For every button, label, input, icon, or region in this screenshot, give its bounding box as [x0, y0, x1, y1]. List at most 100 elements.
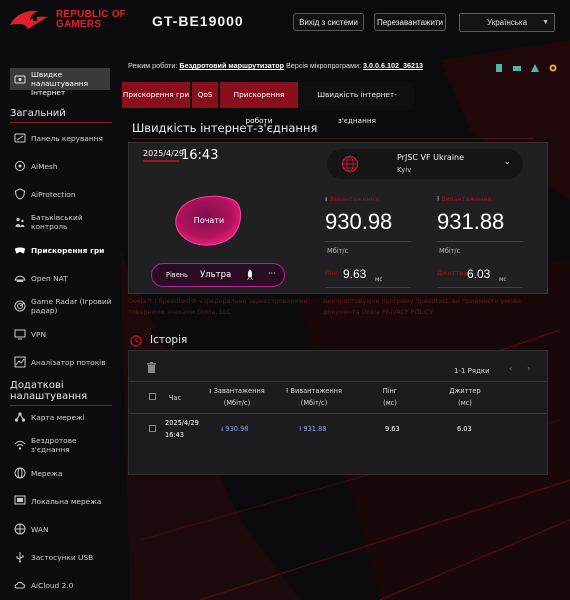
firmware-value-link[interactable]: 3.0.0.6.102_36213: [363, 61, 423, 70]
trash-icon[interactable]: [147, 362, 156, 373]
rog-logo-icon: [10, 10, 48, 29]
sidebar-item-usb[interactable]: Застосунки USB: [14, 546, 112, 568]
row-checkbox[interactable]: [149, 425, 156, 432]
mode-value-link[interactable]: Бездротовий маршрутизатор: [179, 61, 284, 70]
main-content: Режим роботи: Бездротовий маршрутизатор …: [116, 42, 570, 600]
jitter-divider: [437, 287, 523, 288]
trademark-line-1: Ookla® і Speedtest® є федерально зареєст…: [128, 297, 308, 305]
tab-work-boost[interactable]: Прискорення роботи: [220, 82, 298, 125]
usb-icon: [16, 552, 24, 563]
next-page-icon[interactable]: ›: [527, 364, 531, 374]
tab-speed-test[interactable]: Швидкість інтернет-з'єднання: [300, 82, 414, 125]
app-status-icon[interactable]: [530, 58, 540, 72]
status-icons: [494, 58, 561, 72]
quick-setup-icon: [14, 75, 26, 84]
sidebar-item-traffic[interactable]: Аналізатор потоків: [14, 351, 112, 373]
reboot-button[interactable]: Перезавантажити: [374, 13, 446, 31]
page-title: Швидкість інтернет-з'єднання: [132, 121, 318, 135]
select-all-checkbox[interactable]: [149, 393, 156, 400]
download-value: 930.98: [325, 209, 393, 234]
download-unit: Мбіт/с: [327, 247, 349, 255]
upload-value: 931.88: [437, 209, 505, 234]
col-upload-title: ⭱ Вивантаження: [281, 385, 347, 397]
sidebar-item-dashboard[interactable]: Панель керування: [14, 127, 112, 149]
download-arrow-icon: ⭳: [325, 195, 328, 203]
rows-count: 1-1 Рядки: [454, 367, 490, 375]
sidebar: Швидке налаштування Інтернет Загальний П…: [0, 56, 112, 600]
level-selector[interactable]: Рівень Ультра ···: [151, 263, 285, 287]
sidebar-item-cloud[interactable]: AiCloud 2.0: [14, 574, 112, 596]
sidebar-item-aimesh[interactable]: AiMesh: [14, 155, 112, 177]
jitter-unit: мс: [499, 277, 507, 283]
quick-setup-button[interactable]: Швидке налаштування Інтернет: [10, 68, 110, 97]
sidebar-item-vpn[interactable]: VPN: [14, 323, 112, 345]
speedtest-panel: 2025/4/29 16:43 PrJSC VF Ukraine Kyiv ⌄: [128, 142, 548, 294]
usb-status-icon[interactable]: [512, 58, 522, 71]
sidebar-item-gamepad[interactable]: Прискорення гри: [14, 239, 112, 261]
col-ping-title: Пінг: [382, 387, 398, 395]
test-time: 16:43: [181, 148, 219, 163]
language-value: Українська: [486, 18, 528, 27]
col-download-title-text: Завантаження: [213, 387, 265, 395]
sidebar-item-network-map[interactable]: Карта мережі: [14, 406, 112, 428]
general-section-title: Загальний: [10, 108, 112, 123]
start-test-button[interactable]: Почати: [173, 191, 245, 249]
download-label-text: Завантаження: [329, 195, 379, 203]
col-upload-header: ⭱ Вивантаження (Мбіт/с): [281, 385, 347, 409]
sidebar-item-label: AiCloud 2.0: [31, 580, 74, 590]
col-ping-unit: (мс): [383, 399, 397, 407]
start-test-label: Почати: [193, 215, 225, 225]
chevron-down-icon: ▼: [542, 19, 549, 26]
row-ping: 9.63: [385, 425, 400, 433]
history-clock-icon: [130, 335, 142, 347]
sidebar-item-shield[interactable]: AiProtection: [14, 183, 112, 205]
server-city: Kyiv: [397, 166, 412, 174]
row-datetime: 2025/4/29 16:43: [165, 417, 199, 441]
upload-arrow-icon: ⭱: [437, 195, 440, 203]
tab-qos[interactable]: QoS: [192, 82, 218, 108]
row-download: ⭳ 930.98: [221, 423, 248, 435]
tab-game-boost[interactable]: Прискорення гри: [122, 82, 190, 108]
privacy-line-1: Використовуючи програму Speedtest, ви пр…: [323, 297, 521, 305]
logout-button[interactable]: Вихід з системи: [293, 13, 364, 31]
sidebar-item-wan[interactable]: WAN: [14, 518, 112, 540]
model-name: GT-BE19000: [152, 13, 244, 29]
sidebar-item-label: Open NAT: [31, 273, 68, 283]
sidebar-item-wireless[interactable]: Бездротове з'єднання: [14, 434, 112, 456]
privacy-policy-link[interactable]: документа Ookla PRIVACY POLICY: [323, 307, 521, 318]
radar-icon: [14, 300, 26, 312]
guest-network-icon[interactable]: [494, 58, 504, 72]
top-header: REPUBLIC OF GAMERS GT-BE19000 Вихід з си…: [0, 0, 570, 42]
dashboard-icon: [14, 133, 26, 143]
sidebar-item-label: Аналізатор потоків: [31, 357, 106, 367]
upload-divider: [437, 241, 523, 242]
aimesh-icon: [15, 161, 25, 171]
history-panel: 1-1 Рядки ‹ › Час ⭳ Завантаження (Мбіт/с…: [128, 350, 548, 475]
cloud-icon: [14, 581, 25, 589]
language-select[interactable]: Українська ▼: [459, 13, 555, 32]
toolbar-divider: [129, 381, 547, 382]
sidebar-item-radar[interactable]: Game Radar (Ігровий радар): [14, 295, 112, 317]
sidebar-item-network[interactable]: Мережа: [14, 462, 112, 484]
history-title: Історія: [150, 334, 188, 346]
network-icon: [14, 467, 26, 479]
level-value: Ультра: [200, 270, 232, 280]
server-select[interactable]: PrJSC VF Ukraine Kyiv ⌄: [327, 149, 523, 179]
privacy-note: Використовуючи програму Speedtest, ви пр…: [323, 296, 521, 318]
vpn-icon: [14, 329, 26, 340]
more-options-button[interactable]: ···: [268, 269, 276, 278]
prev-page-icon[interactable]: ‹: [509, 364, 513, 374]
date-underline: [143, 160, 179, 162]
row-jitter: 6.03: [457, 425, 472, 433]
sidebar-item-label: Game Radar (Ігровий радар): [31, 297, 112, 315]
settings-gear-icon[interactable]: [548, 58, 558, 72]
ping-unit: мс: [375, 277, 383, 283]
sidebar-item-lan[interactable]: Локальна мережа: [14, 490, 112, 512]
jitter-label: Джиттер: [437, 269, 468, 277]
sidebar-item-open-nat[interactable]: Open NAT: [14, 267, 112, 289]
advanced-section-title: Додаткові налаштування: [10, 380, 112, 406]
title-divider: [132, 138, 534, 139]
col-jitter-header: Джиттер (мс): [443, 385, 487, 409]
level-label: Рівень: [166, 271, 188, 279]
sidebar-item-parental[interactable]: Батьківський контроль: [14, 211, 112, 233]
